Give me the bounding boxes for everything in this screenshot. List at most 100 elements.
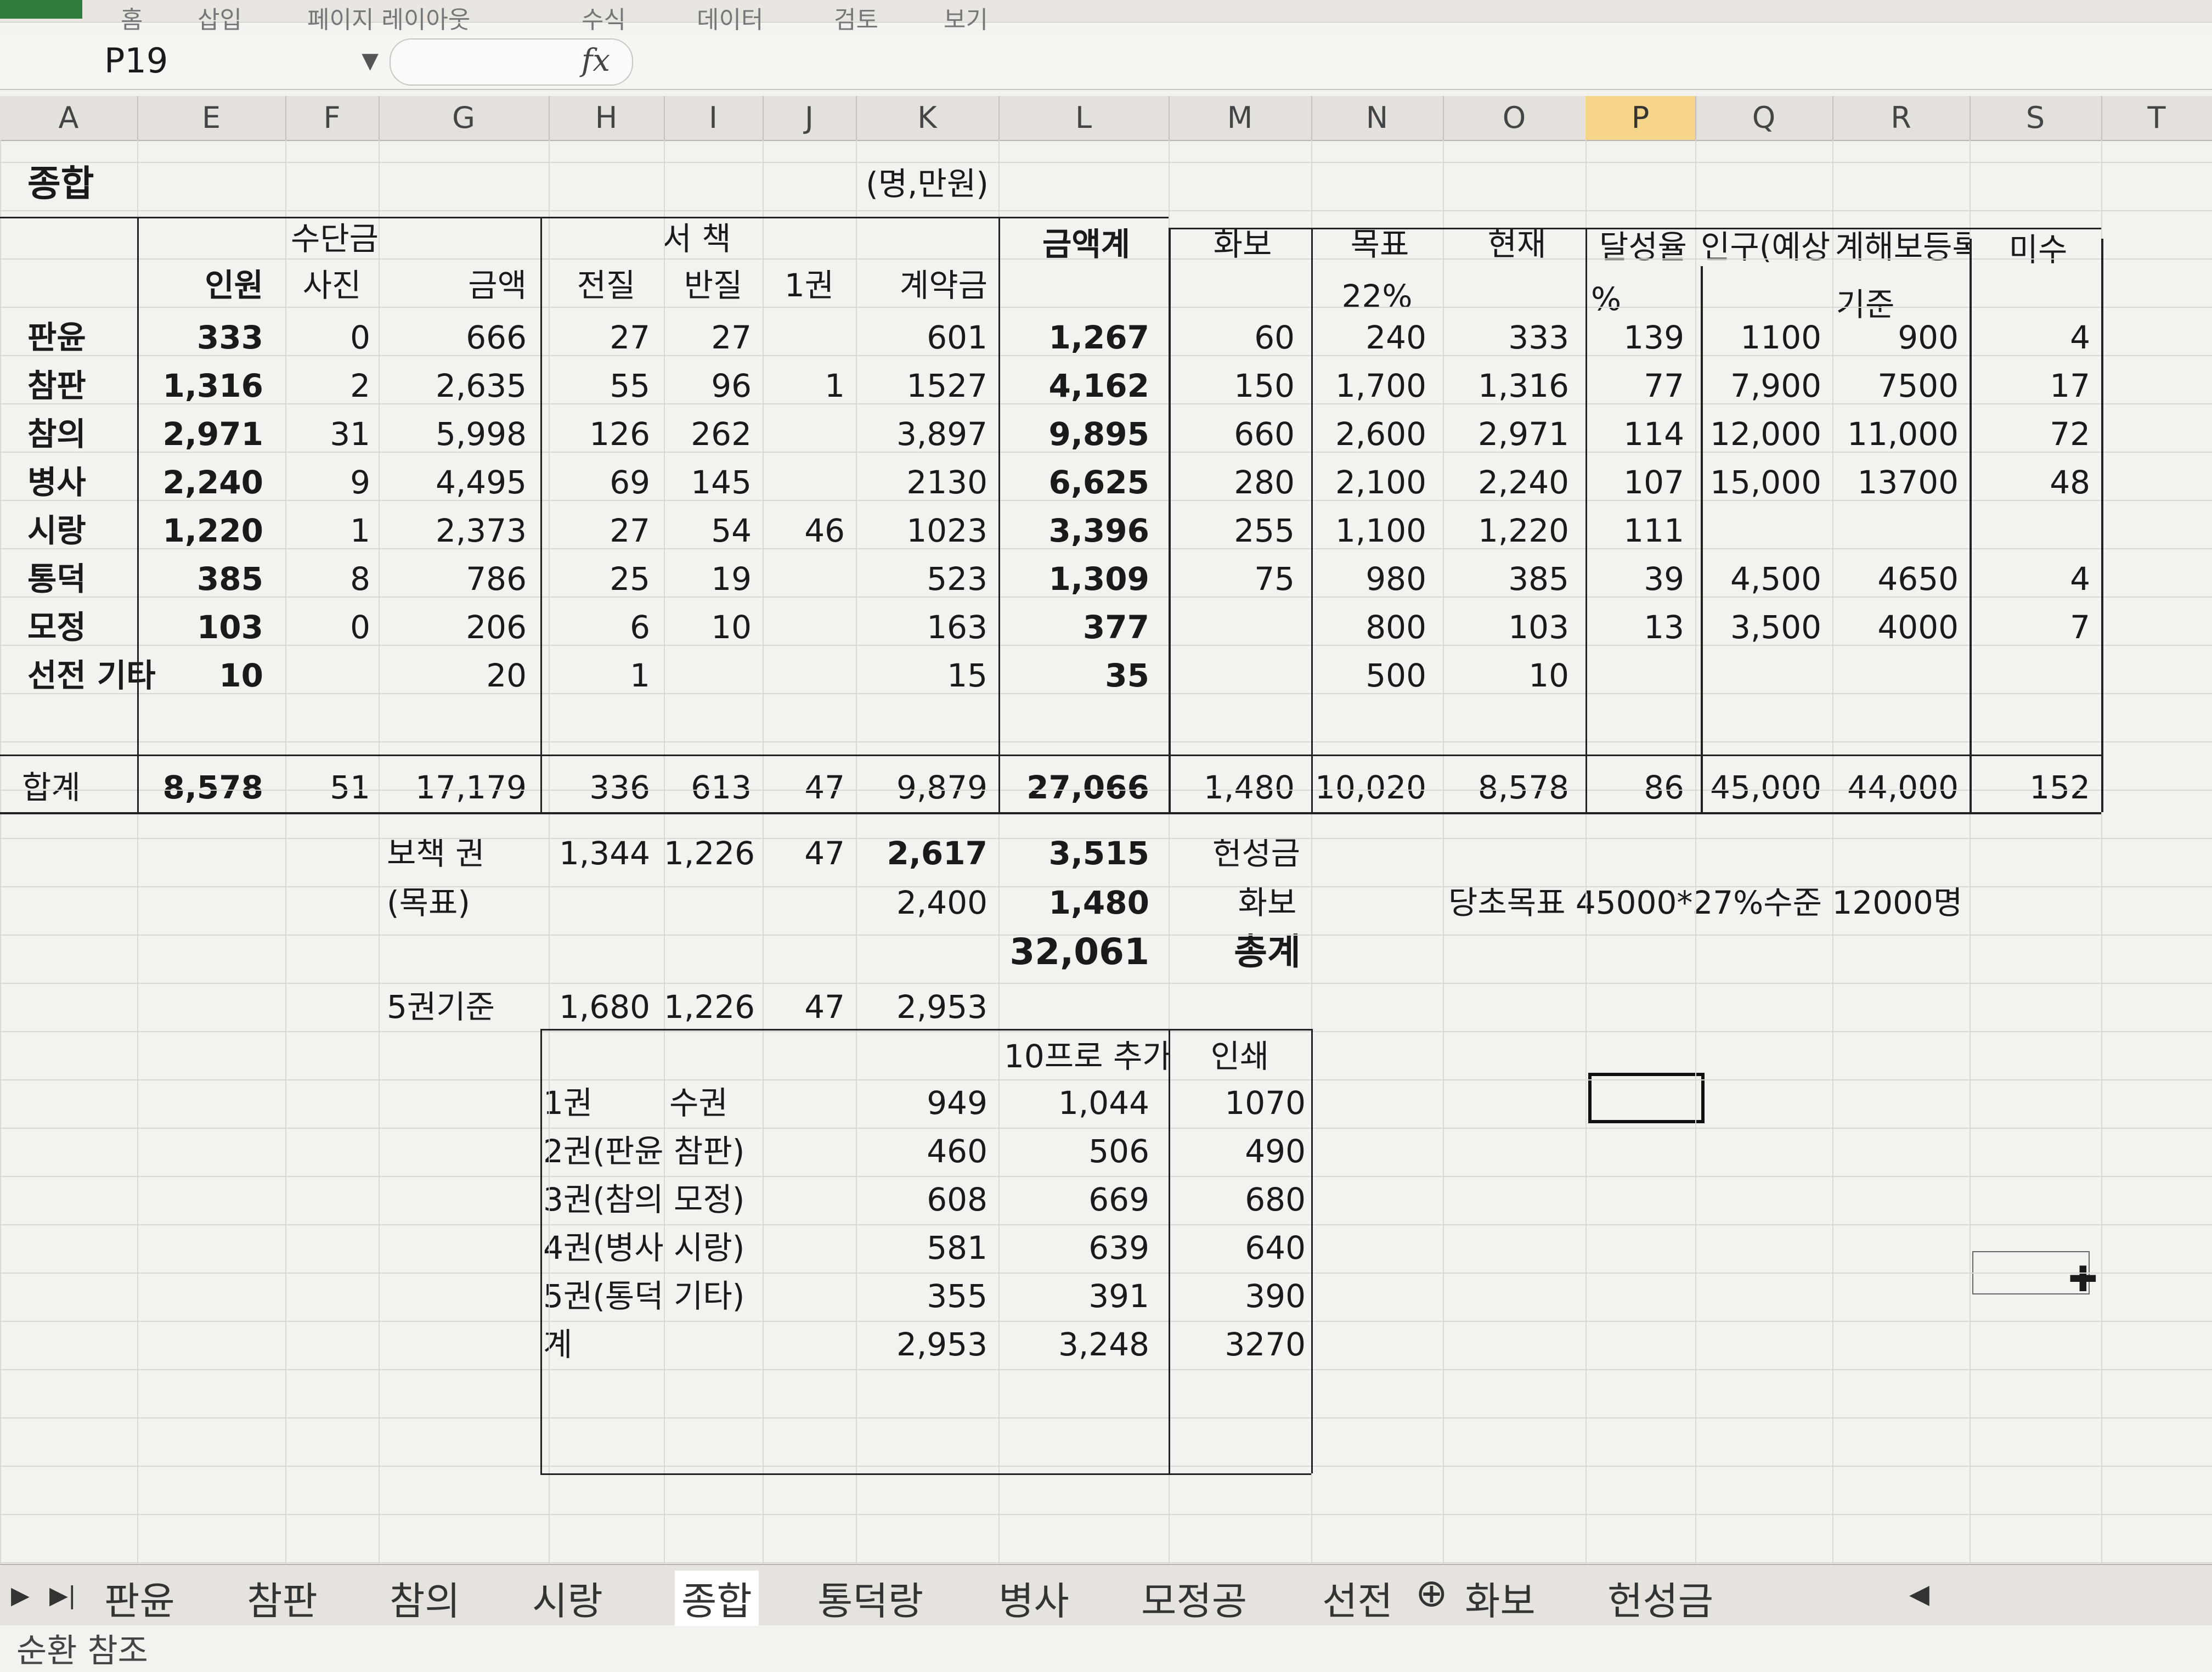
header-sudan: 수단금 (290, 220, 379, 257)
header-ilgwon: 1권 (784, 267, 834, 304)
cell-o: 2,971 (1477, 415, 1569, 453)
name-box[interactable]: P19 ▼ (104, 40, 379, 82)
sheet-tab[interactable]: 참판 (247, 1570, 318, 1626)
cell-e: 10 (219, 657, 263, 694)
grand-total: 32,061 (1009, 931, 1149, 973)
ribbon-tab-page-layout[interactable]: 페이지 레이아웃 (307, 0, 470, 35)
total-k: 9,879 (896, 769, 988, 806)
ribbon-tab-formulas[interactable]: 수식 (582, 0, 626, 35)
sheet-tab[interactable]: 선전 (1322, 1570, 1393, 1626)
row-label: 시랑 (27, 512, 86, 549)
ribbon-tab-view[interactable]: 보기 (944, 0, 988, 35)
col-header-i[interactable]: I (664, 96, 764, 140)
gridline-h (0, 403, 2212, 404)
cell-m: 150 (1234, 367, 1295, 404)
unit-label: (명,만원) (866, 165, 989, 202)
sub-row-label: 1권 (543, 1084, 593, 1122)
col-header-k[interactable]: K (856, 96, 1000, 140)
cell-h: 27 (610, 319, 650, 356)
col-header-m[interactable]: M (1169, 96, 1312, 140)
col-header-p[interactable]: P (1585, 96, 1696, 140)
border-s-right (2101, 239, 2103, 812)
sheet-tab[interactable]: 통덕랑 (817, 1570, 923, 1626)
sheet-tab[interactable]: 참의 (390, 1570, 460, 1626)
header-geumaek: 금액 (468, 267, 527, 304)
cell-s: 17 (2050, 367, 2090, 404)
scroll-next-icon[interactable]: ▶ (11, 1581, 30, 1609)
cell-q: 1100 (1740, 319, 1821, 356)
gridline-h (0, 934, 2212, 936)
gijun5-j: 47 (804, 988, 845, 1026)
gridline-v (285, 140, 286, 1567)
worksheet-grid[interactable]: 종합 (명,만원) 수단금 서 책 금액계 화보 목표 현재 달성율 인구(예상… (0, 140, 2212, 1567)
col-header-f[interactable]: F (285, 96, 380, 140)
total-h: 336 (589, 769, 650, 806)
sheet-tab[interactable]: 시랑 (532, 1570, 603, 1626)
total-f: 51 (330, 769, 370, 806)
col-header-t[interactable]: T (2101, 96, 2212, 140)
function-icon[interactable]: fx (582, 43, 610, 78)
gridline-h (0, 790, 2212, 791)
cell-q (1695, 509, 1821, 553)
sheet-tab[interactable]: 판윤 (104, 1570, 175, 1626)
cell-i: 27 (711, 319, 752, 356)
cell-l: 35 (1105, 657, 1149, 694)
col-header-n[interactable]: N (1311, 96, 1444, 140)
cell-k: 601 (927, 319, 988, 356)
border-total-top (0, 755, 2101, 756)
ribbon-tab-review[interactable]: 검토 (834, 0, 878, 35)
cell-f: 31 (330, 415, 370, 453)
sheet-tab[interactable]: 모정공 (1141, 1570, 1247, 1626)
gridline-h (0, 210, 2212, 211)
cell-s (1970, 654, 2090, 697)
ribbon-tab-home[interactable]: 홈 (121, 0, 143, 35)
grand-total-label: 총계 (1234, 931, 1301, 973)
sheet-tab[interactable]: 화보 (1465, 1570, 1536, 1626)
ribbon: 홈 삽입 페이지 레이아웃 수식 데이터 검토 보기 (0, 0, 2212, 34)
sub-cell-m: 1070 (1224, 1084, 1306, 1122)
sheet-tab[interactable]: 종합 (675, 1570, 759, 1626)
col-header-q[interactable]: Q (1695, 96, 1833, 140)
sheet-title: 종합 (27, 162, 94, 205)
cell-e: 333 (196, 319, 263, 356)
scroll-last-icon[interactable]: ▶| (49, 1581, 76, 1609)
formula-input[interactable]: fx (390, 38, 633, 86)
file-tab[interactable] (0, 0, 82, 19)
gridline-h (0, 1466, 2212, 1467)
cell-k: 163 (927, 609, 988, 646)
cell-p: 114 (1623, 415, 1684, 453)
cell-f: 9 (350, 464, 370, 501)
row-label: 병사 (27, 464, 86, 501)
gridline-h (0, 500, 2212, 501)
cell-r: 7500 (1877, 367, 1959, 404)
total-i: 613 (691, 769, 752, 806)
col-header-j[interactable]: J (763, 96, 857, 140)
col-header-a[interactable]: A (0, 96, 138, 140)
new-sheet-icon[interactable]: ⊕ (1415, 1570, 1448, 1615)
total-r: 44,000 (1847, 769, 1959, 806)
col-header-h[interactable]: H (549, 96, 665, 140)
col-header-l[interactable]: L (998, 96, 1170, 140)
scroll-left-icon[interactable]: ◀ (1909, 1579, 1929, 1609)
cell-o: 103 (1508, 609, 1569, 646)
sub-row-label: 4권(병사 시랑) (543, 1229, 745, 1266)
gridline-h (0, 452, 2212, 453)
cell-s (1970, 509, 2090, 553)
border-total-bottom (0, 812, 2101, 814)
cell-h: 6 (630, 609, 650, 646)
ribbon-tab-data[interactable]: 데이터 (697, 0, 763, 35)
sheet-tab[interactable]: 병사 (998, 1570, 1069, 1626)
chevron-down-icon[interactable]: ▼ (362, 40, 379, 82)
cell-h: 27 (610, 512, 650, 549)
col-header-e[interactable]: E (137, 96, 286, 140)
gridline-h (0, 1031, 2212, 1032)
col-header-s[interactable]: S (1970, 96, 2102, 140)
cell-k: 2130 (906, 464, 988, 501)
ribbon-tab-insert[interactable]: 삽입 (198, 0, 242, 35)
col-header-g[interactable]: G (379, 96, 550, 140)
header-ingu: 인구(예상) (1701, 228, 1832, 266)
sheet-tab[interactable]: 헌성금 (1607, 1570, 1713, 1626)
col-header-o[interactable]: O (1443, 96, 1587, 140)
col-header-r[interactable]: R (1832, 96, 1971, 140)
border-s-left (1970, 239, 1972, 812)
